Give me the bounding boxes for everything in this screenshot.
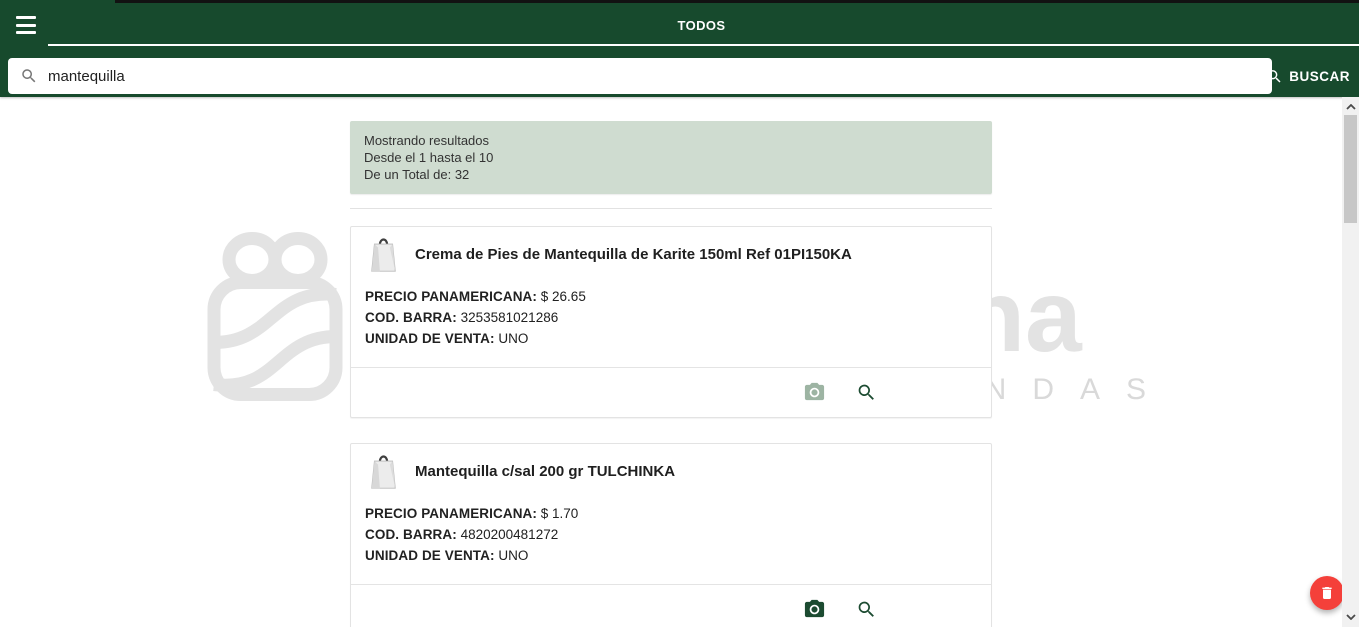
search-icon [20, 67, 38, 85]
product-card: Crema de Pies de Mantequilla de Karite 1… [350, 226, 992, 418]
delete-fab-button[interactable] [1310, 576, 1344, 610]
price-label: PRECIO PANAMERICANA: [365, 506, 537, 521]
results-summary: Mostrando resultados Desde el 1 hasta el… [350, 121, 992, 194]
brand-logo-icon [205, 225, 345, 403]
product-actions [351, 367, 991, 417]
unit-label: UNIDAD DE VENTA: [365, 548, 495, 563]
price-label: PRECIO PANAMERICANA: [365, 289, 537, 304]
product-title: Mantequilla c/sal 200 gr TULCHINKA [415, 463, 675, 480]
app-header: TODOS BUSCAR [0, 0, 1359, 97]
product-title: Crema de Pies de Mantequilla de Karite 1… [415, 246, 852, 263]
search-box[interactable] [8, 58, 1272, 94]
summary-line-3: De un Total de: 32 [364, 166, 978, 183]
barcode-label: COD. BARRA: [365, 310, 457, 325]
magnifier-icon [856, 382, 877, 403]
unit-value: UNO [498, 548, 528, 563]
product-card-header: Crema de Pies de Mantequilla de Karite 1… [351, 227, 991, 274]
view-detail-button[interactable] [854, 380, 879, 405]
camera-button[interactable] [801, 596, 828, 623]
product-details: PRECIO PANAMERICANA: $ 1.70 COD. BARRA: … [351, 491, 991, 575]
vertical-scrollbar[interactable] [1342, 97, 1359, 627]
barcode-label: COD. BARRA: [365, 527, 457, 542]
price-value: $ 1.70 [541, 506, 579, 521]
product-barcode-line: COD. BARRA: 3253581021286 [365, 310, 977, 325]
results-column: Mostrando resultados Desde el 1 hasta el… [350, 97, 992, 627]
scroll-down-button[interactable] [1342, 609, 1359, 625]
unit-value: UNO [498, 331, 528, 346]
view-detail-button[interactable] [854, 597, 879, 622]
scroll-up-button[interactable] [1342, 99, 1359, 115]
shopping-bag-icon [369, 451, 398, 491]
chevron-down-icon [1346, 614, 1356, 620]
product-actions [351, 584, 991, 627]
camera-button[interactable] [801, 379, 828, 406]
product-card: Mantequilla c/sal 200 gr TULCHINKA PRECI… [350, 443, 992, 627]
menu-button[interactable] [13, 15, 39, 35]
search-icon [1266, 68, 1283, 85]
main-content: Panamericana TIENDAS Mostrando resultado… [0, 97, 1359, 627]
shopping-bag-icon [369, 234, 398, 274]
section-divider [350, 208, 992, 209]
product-price-line: PRECIO PANAMERICANA: $ 26.65 [365, 289, 977, 304]
barcode-value: 4820200481272 [461, 527, 559, 542]
scrollbar-thumb[interactable] [1344, 115, 1357, 223]
barcode-value: 3253581021286 [461, 310, 559, 325]
search-button[interactable]: BUSCAR [1266, 58, 1350, 94]
search-row: BUSCAR [0, 46, 1359, 97]
product-unit-line: UNIDAD DE VENTA: UNO [365, 331, 977, 346]
chevron-up-icon [1346, 104, 1356, 110]
app-root: TODOS BUSCAR [0, 0, 1359, 627]
product-barcode-line: COD. BARRA: 4820200481272 [365, 527, 977, 542]
summary-line-2: Desde el 1 hasta el 10 [364, 149, 978, 166]
search-button-label: BUSCAR [1289, 69, 1350, 84]
search-input[interactable] [48, 68, 1262, 85]
price-value: $ 26.65 [541, 289, 586, 304]
trash-icon [1319, 585, 1335, 601]
page-title: TODOS [678, 18, 726, 33]
camera-icon [803, 598, 826, 621]
toolbar: TODOS [0, 0, 1359, 44]
product-unit-line: UNIDAD DE VENTA: UNO [365, 548, 977, 563]
camera-icon [803, 381, 826, 404]
magnifier-icon [856, 599, 877, 620]
product-price-line: PRECIO PANAMERICANA: $ 1.70 [365, 506, 977, 521]
unit-label: UNIDAD DE VENTA: [365, 331, 495, 346]
summary-line-1: Mostrando resultados [364, 132, 978, 149]
product-card-header: Mantequilla c/sal 200 gr TULCHINKA [351, 444, 991, 491]
product-details: PRECIO PANAMERICANA: $ 26.65 COD. BARRA:… [351, 274, 991, 358]
